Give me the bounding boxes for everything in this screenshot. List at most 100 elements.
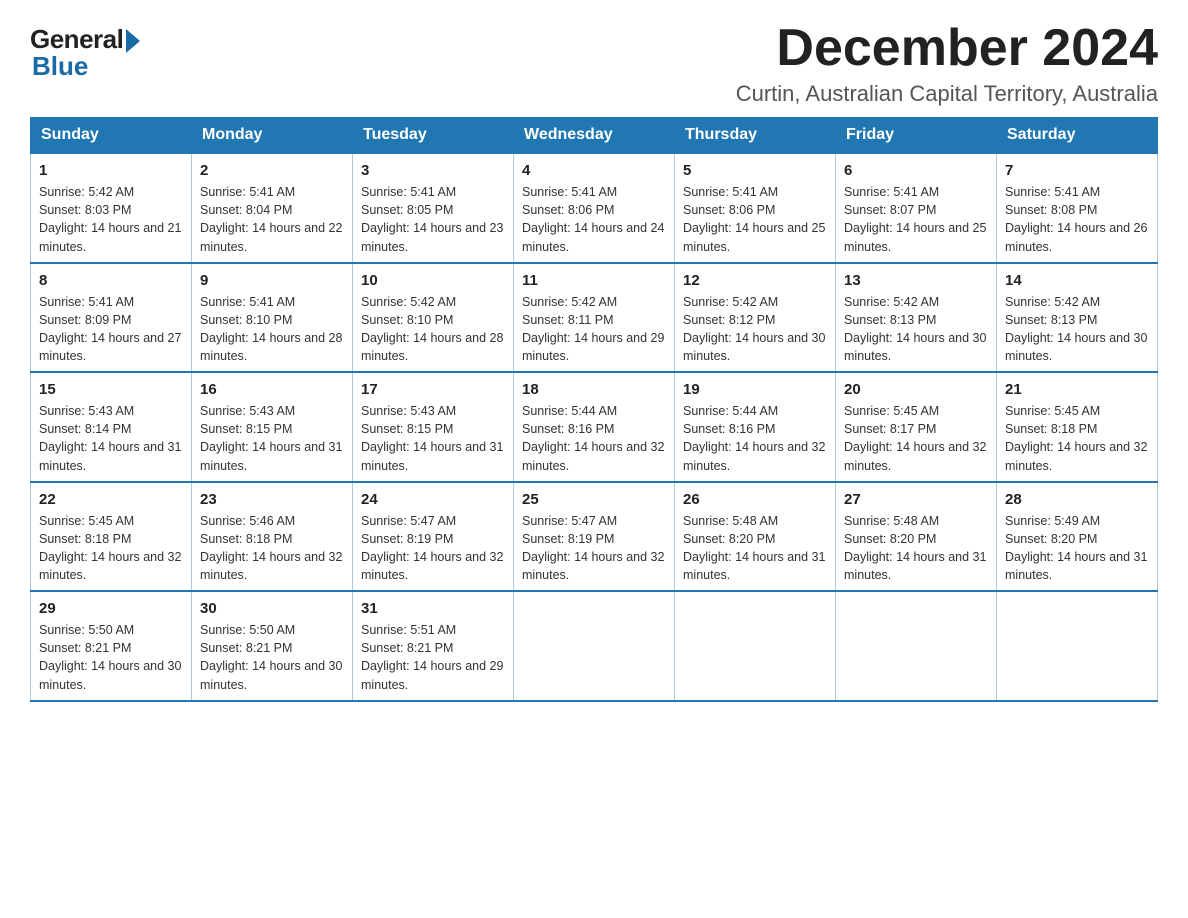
table-row: 20Sunrise: 5:45 AMSunset: 8:17 PMDayligh… [836, 372, 997, 482]
day-info: Sunrise: 5:42 AMSunset: 8:03 PMDaylight:… [39, 183, 183, 256]
day-number: 15 [39, 379, 183, 400]
day-number: 3 [361, 160, 505, 181]
table-row: 2Sunrise: 5:41 AMSunset: 8:04 PMDaylight… [192, 153, 353, 263]
table-row: 11Sunrise: 5:42 AMSunset: 8:11 PMDayligh… [514, 263, 675, 373]
table-row: 1Sunrise: 5:42 AMSunset: 8:03 PMDaylight… [31, 153, 192, 263]
day-number: 10 [361, 270, 505, 291]
col-sunday: Sunday [31, 118, 192, 154]
table-row: 6Sunrise: 5:41 AMSunset: 8:07 PMDaylight… [836, 153, 997, 263]
day-number: 1 [39, 160, 183, 181]
location-title: Curtin, Australian Capital Territory, Au… [736, 81, 1158, 107]
calendar-header-row: Sunday Monday Tuesday Wednesday Thursday… [31, 118, 1158, 154]
col-tuesday: Tuesday [353, 118, 514, 154]
day-info: Sunrise: 5:51 AMSunset: 8:21 PMDaylight:… [361, 621, 505, 694]
table-row: 7Sunrise: 5:41 AMSunset: 8:08 PMDaylight… [997, 153, 1158, 263]
day-number: 4 [522, 160, 666, 181]
day-number: 26 [683, 489, 827, 510]
day-number: 9 [200, 270, 344, 291]
day-number: 5 [683, 160, 827, 181]
day-number: 13 [844, 270, 988, 291]
table-row: 3Sunrise: 5:41 AMSunset: 8:05 PMDaylight… [353, 153, 514, 263]
table-row [675, 591, 836, 701]
day-info: Sunrise: 5:41 AMSunset: 8:06 PMDaylight:… [522, 183, 666, 256]
table-row: 19Sunrise: 5:44 AMSunset: 8:16 PMDayligh… [675, 372, 836, 482]
col-thursday: Thursday [675, 118, 836, 154]
table-row: 23Sunrise: 5:46 AMSunset: 8:18 PMDayligh… [192, 482, 353, 592]
day-info: Sunrise: 5:47 AMSunset: 8:19 PMDaylight:… [361, 512, 505, 585]
table-row: 18Sunrise: 5:44 AMSunset: 8:16 PMDayligh… [514, 372, 675, 482]
table-row: 31Sunrise: 5:51 AMSunset: 8:21 PMDayligh… [353, 591, 514, 701]
day-number: 30 [200, 598, 344, 619]
day-number: 23 [200, 489, 344, 510]
page-header: General Blue December 2024 Curtin, Austr… [30, 20, 1158, 107]
table-row: 16Sunrise: 5:43 AMSunset: 8:15 PMDayligh… [192, 372, 353, 482]
day-number: 25 [522, 489, 666, 510]
day-info: Sunrise: 5:42 AMSunset: 8:12 PMDaylight:… [683, 293, 827, 366]
table-row: 22Sunrise: 5:45 AMSunset: 8:18 PMDayligh… [31, 482, 192, 592]
table-row: 12Sunrise: 5:42 AMSunset: 8:12 PMDayligh… [675, 263, 836, 373]
col-saturday: Saturday [997, 118, 1158, 154]
calendar-week-row: 29Sunrise: 5:50 AMSunset: 8:21 PMDayligh… [31, 591, 1158, 701]
day-number: 19 [683, 379, 827, 400]
day-info: Sunrise: 5:42 AMSunset: 8:10 PMDaylight:… [361, 293, 505, 366]
day-info: Sunrise: 5:50 AMSunset: 8:21 PMDaylight:… [200, 621, 344, 694]
day-info: Sunrise: 5:41 AMSunset: 8:09 PMDaylight:… [39, 293, 183, 366]
table-row: 4Sunrise: 5:41 AMSunset: 8:06 PMDaylight… [514, 153, 675, 263]
day-info: Sunrise: 5:49 AMSunset: 8:20 PMDaylight:… [1005, 512, 1149, 585]
day-number: 20 [844, 379, 988, 400]
day-info: Sunrise: 5:47 AMSunset: 8:19 PMDaylight:… [522, 512, 666, 585]
table-row: 9Sunrise: 5:41 AMSunset: 8:10 PMDaylight… [192, 263, 353, 373]
day-number: 7 [1005, 160, 1149, 181]
day-number: 21 [1005, 379, 1149, 400]
day-info: Sunrise: 5:42 AMSunset: 8:13 PMDaylight:… [844, 293, 988, 366]
calendar-week-row: 1Sunrise: 5:42 AMSunset: 8:03 PMDaylight… [31, 153, 1158, 263]
day-info: Sunrise: 5:42 AMSunset: 8:11 PMDaylight:… [522, 293, 666, 366]
day-info: Sunrise: 5:43 AMSunset: 8:14 PMDaylight:… [39, 402, 183, 475]
table-row: 21Sunrise: 5:45 AMSunset: 8:18 PMDayligh… [997, 372, 1158, 482]
logo-blue-text: Blue [32, 51, 88, 82]
day-number: 12 [683, 270, 827, 291]
table-row: 15Sunrise: 5:43 AMSunset: 8:14 PMDayligh… [31, 372, 192, 482]
table-row: 28Sunrise: 5:49 AMSunset: 8:20 PMDayligh… [997, 482, 1158, 592]
table-row: 27Sunrise: 5:48 AMSunset: 8:20 PMDayligh… [836, 482, 997, 592]
day-number: 16 [200, 379, 344, 400]
col-wednesday: Wednesday [514, 118, 675, 154]
day-number: 27 [844, 489, 988, 510]
day-info: Sunrise: 5:45 AMSunset: 8:17 PMDaylight:… [844, 402, 988, 475]
day-info: Sunrise: 5:41 AMSunset: 8:08 PMDaylight:… [1005, 183, 1149, 256]
day-info: Sunrise: 5:45 AMSunset: 8:18 PMDaylight:… [39, 512, 183, 585]
col-friday: Friday [836, 118, 997, 154]
day-info: Sunrise: 5:41 AMSunset: 8:04 PMDaylight:… [200, 183, 344, 256]
day-number: 22 [39, 489, 183, 510]
table-row [514, 591, 675, 701]
month-title: December 2024 [736, 20, 1158, 77]
table-row: 5Sunrise: 5:41 AMSunset: 8:06 PMDaylight… [675, 153, 836, 263]
table-row [997, 591, 1158, 701]
day-info: Sunrise: 5:43 AMSunset: 8:15 PMDaylight:… [361, 402, 505, 475]
day-number: 31 [361, 598, 505, 619]
day-info: Sunrise: 5:46 AMSunset: 8:18 PMDaylight:… [200, 512, 344, 585]
calendar-week-row: 8Sunrise: 5:41 AMSunset: 8:09 PMDaylight… [31, 263, 1158, 373]
day-number: 8 [39, 270, 183, 291]
logo: General Blue [30, 20, 140, 82]
day-info: Sunrise: 5:44 AMSunset: 8:16 PMDaylight:… [683, 402, 827, 475]
table-row: 10Sunrise: 5:42 AMSunset: 8:10 PMDayligh… [353, 263, 514, 373]
day-number: 28 [1005, 489, 1149, 510]
day-info: Sunrise: 5:43 AMSunset: 8:15 PMDaylight:… [200, 402, 344, 475]
day-info: Sunrise: 5:41 AMSunset: 8:05 PMDaylight:… [361, 183, 505, 256]
calendar-week-row: 22Sunrise: 5:45 AMSunset: 8:18 PMDayligh… [31, 482, 1158, 592]
day-info: Sunrise: 5:41 AMSunset: 8:07 PMDaylight:… [844, 183, 988, 256]
day-number: 18 [522, 379, 666, 400]
table-row: 8Sunrise: 5:41 AMSunset: 8:09 PMDaylight… [31, 263, 192, 373]
day-info: Sunrise: 5:50 AMSunset: 8:21 PMDaylight:… [39, 621, 183, 694]
day-info: Sunrise: 5:45 AMSunset: 8:18 PMDaylight:… [1005, 402, 1149, 475]
table-row [836, 591, 997, 701]
logo-arrow-icon [126, 29, 140, 53]
table-row: 30Sunrise: 5:50 AMSunset: 8:21 PMDayligh… [192, 591, 353, 701]
table-row: 14Sunrise: 5:42 AMSunset: 8:13 PMDayligh… [997, 263, 1158, 373]
day-info: Sunrise: 5:48 AMSunset: 8:20 PMDaylight:… [683, 512, 827, 585]
day-info: Sunrise: 5:42 AMSunset: 8:13 PMDaylight:… [1005, 293, 1149, 366]
day-info: Sunrise: 5:41 AMSunset: 8:06 PMDaylight:… [683, 183, 827, 256]
day-info: Sunrise: 5:48 AMSunset: 8:20 PMDaylight:… [844, 512, 988, 585]
table-row: 29Sunrise: 5:50 AMSunset: 8:21 PMDayligh… [31, 591, 192, 701]
